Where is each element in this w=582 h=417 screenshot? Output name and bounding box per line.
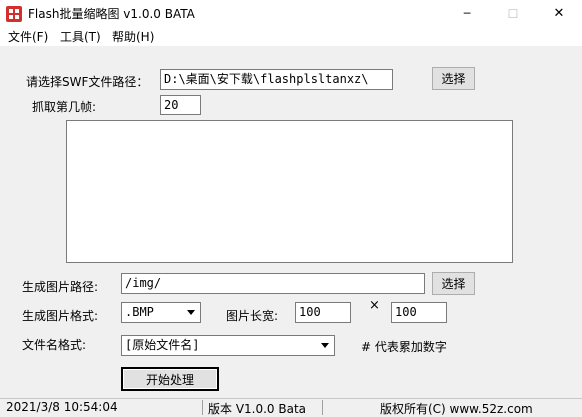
output-path-input[interactable]: /img/ [121, 273, 425, 294]
close-button[interactable]: ✕ [536, 0, 582, 27]
status-divider [322, 400, 323, 415]
filename-select-value: [原始文件名] [125, 338, 200, 352]
filename-label: 文件名格式: [22, 338, 87, 352]
menu-file[interactable]: 文件(F) [8, 28, 48, 45]
app-icon [6, 6, 22, 22]
times-sign: × [369, 298, 380, 313]
minimize-icon: ─ [463, 7, 471, 20]
window-title: Flash批量缩略图 v1.0.0 BATA [28, 7, 195, 21]
chevron-down-icon [317, 337, 333, 354]
format-select-value: .BMP [125, 305, 154, 319]
status-divider [202, 400, 203, 415]
size-label: 图片长宽: [226, 309, 279, 323]
start-button[interactable]: 开始处理 [121, 367, 219, 391]
close-icon: ✕ [553, 6, 565, 21]
format-select[interactable]: .BMP [121, 302, 201, 323]
maximize-button[interactable]: ☐ [490, 0, 536, 27]
swf-path-input[interactable]: D:\桌面\安下载\flashplsltanxz\ [160, 69, 393, 90]
swf-browse-button[interactable]: 选择 [432, 67, 475, 90]
format-label: 生成图片格式: [22, 309, 99, 323]
chevron-down-icon [183, 304, 199, 321]
filename-hint: # 代表累加数字 [361, 340, 447, 354]
height-input[interactable]: 100 [391, 302, 447, 323]
width-input[interactable]: 100 [295, 302, 351, 323]
menu-help[interactable]: 帮助(H) [112, 28, 154, 45]
swf-path-label: 请选择SWF文件路径： [26, 75, 149, 89]
menu-tools[interactable]: 工具(T) [60, 28, 101, 45]
maximize-icon: ☐ [507, 6, 519, 21]
status-datetime: 2021/3/8 10:54:04 [6, 400, 118, 414]
output-browse-button[interactable]: 选择 [432, 272, 475, 295]
filename-select[interactable]: [原始文件名] [121, 335, 335, 356]
minimize-button[interactable]: ─ [444, 0, 490, 27]
frame-input[interactable]: 20 [160, 95, 201, 115]
frame-label: 抓取第几帧: [32, 100, 97, 114]
log-textarea[interactable] [66, 120, 513, 263]
status-version: 版本 V1.0.0 Bata [208, 402, 307, 416]
status-copyright: 版权所有(C) www.52z.com [380, 402, 533, 416]
output-path-label: 生成图片路径: [22, 280, 99, 294]
